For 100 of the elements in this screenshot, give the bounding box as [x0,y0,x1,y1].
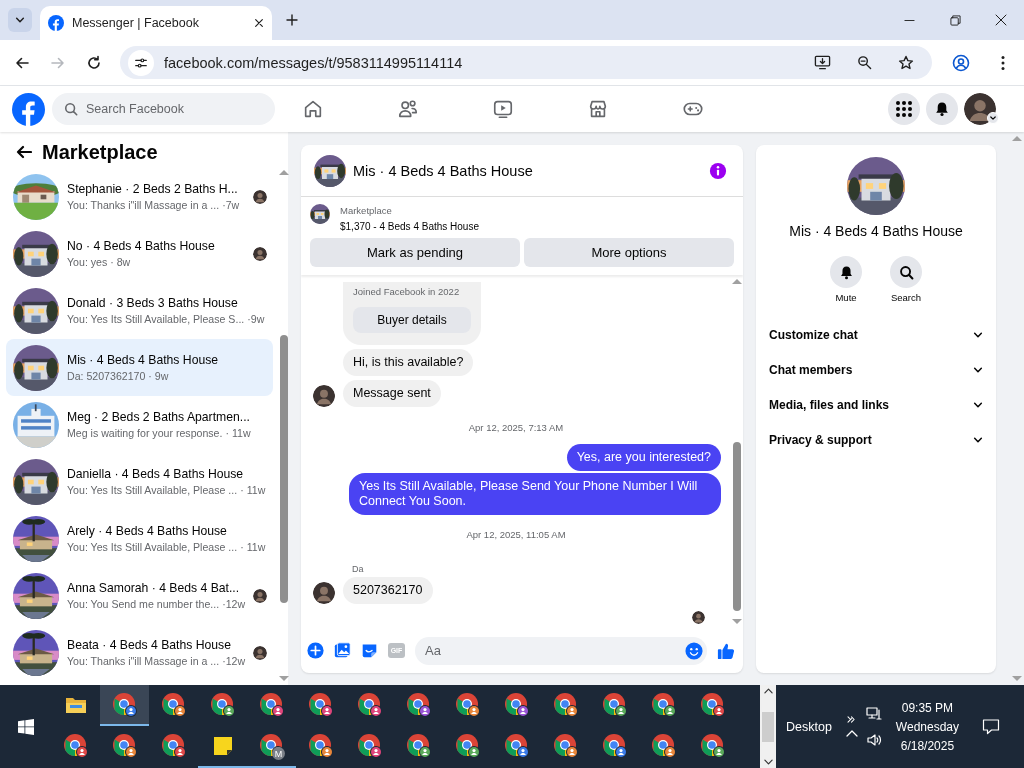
site-info-button[interactable] [128,49,154,76]
message-preview: You: Yes Its Still Available, Please ... [67,484,238,496]
photo-button[interactable] [334,642,351,659]
conversation-item[interactable]: Mis · 4 Beds 4 Baths House Da: 5207362170 · 9w [6,339,274,396]
message-preview: You: Yes Its Still Available, Please ... [67,541,238,553]
message-bubble: Yes, are you interested? [566,444,721,471]
more-icon [1001,54,1005,71]
shop-icon [587,98,609,120]
close-tab-button[interactable] [254,18,264,28]
message-input[interactable]: Aa [415,636,707,665]
buyer-details-button[interactable]: Buyer details [353,307,471,333]
add-button[interactable] [307,642,324,659]
taskbar-button[interactable]: M [247,726,296,768]
tab-list-button[interactable] [8,8,32,32]
browser-icon [552,733,579,759]
browser-icon [160,691,187,718]
zoom-out-icon [856,55,872,70]
badge-label: M [272,747,285,760]
conversation-item[interactable]: Stephanie · 2 Beds 2 Baths H... You: Thanks i"ill Massage in a ... ·7w [6,168,274,225]
message-time: · 11w [240,484,266,496]
browser-icon [356,691,383,718]
photo-icon [334,642,351,659]
action-label: Search [890,292,922,303]
browser-icon [503,691,530,718]
action-center-button[interactable] [982,717,1000,736]
sidebar-title: Marketplace [42,140,158,164]
conversation-title: Anna Samorah · 4 Beds 4 Bat... [67,581,241,595]
browser-icon [405,733,432,759]
show-desktop-button[interactable]: Desktop [786,719,832,734]
timestamp: Apr 12, 2025, 11:05 AM [466,529,566,540]
message-bubble: Yes Its Still Available, Please Send Your Phone Number I Will Connect You Soon. [349,473,721,515]
taskbar-button[interactable] [100,685,149,726]
search-input[interactable]: Search Facebook [86,102,236,116]
conversation-item[interactable]: Arely · 4 Beds 4 Baths House You: Yes Its Still Available, Please ... · 11w [6,510,274,567]
message-time: ·12w [222,598,246,610]
card-text: Joined Facebook in 2022 [353,286,461,297]
conversation-title: Meg · 2 Beds 2 Baths Apartmen... [67,410,251,424]
back-button[interactable] [16,144,32,160]
address-bar[interactable]: facebook.com/messages/t/9583114995114114 [120,46,932,79]
conversation-item[interactable]: Anna Samorah · 4 Beds 4 Bat... You: You Send me number the... ·12w [6,567,274,624]
browser-icon [454,733,481,759]
browser-tab[interactable]: Messenger | Facebook [40,6,272,40]
section-toggle[interactable]: Privacy & support [756,422,996,457]
conversation-title: Daniella · 4 Beds 4 Baths House [67,467,245,481]
arrow-down-icon[interactable] [763,759,773,765]
restore-icon [949,14,961,26]
date-text: 6/18/2025 [900,738,955,753]
conversation-item[interactable]: Daniella · 4 Beds 4 Baths House You: Yes Its Still Available, Please ... · 11w [6,453,274,510]
caret-icon[interactable] [987,112,999,124]
arrow-up-icon[interactable] [763,688,773,694]
home-icon [302,98,324,120]
sticker-button[interactable] [361,642,378,659]
person-icon [952,53,970,72]
close-icon [254,18,264,28]
url-text: facebook.com/messages/t/9583114995114114 [164,54,464,71]
double-chevron-icon[interactable] [847,716,857,723]
emoji-icon[interactable] [685,641,703,660]
message-preview: Meg is waiting for your response. [67,427,223,439]
star-icon [898,54,914,71]
browser-icon [258,691,285,718]
message-preview: You: You Send me number the... [67,598,220,610]
message-preview: Da: 5207362170 [67,370,146,382]
conversation-title: Donald · 3 Beds 3 Baths House [67,296,239,310]
message-bubble: Message sent [343,380,441,407]
action-button[interactable]: Mark as pending [310,238,520,267]
browser-icon [209,691,236,718]
search-icon [64,102,78,116]
conversation-item[interactable]: Beata · 4 Beds 4 Baths House You: Thanks i"ill Massage in a ... ·12w [6,624,274,681]
conversation-item[interactable]: Meg · 2 Beds 2 Baths Apartmen... Meg is waiting for your response. · 11w [6,396,274,453]
sticker-icon [361,642,378,659]
browser-icon [356,733,383,759]
section-toggle[interactable]: Chat members [756,352,996,387]
message-time: · 8w [110,256,131,268]
timestamp: Apr 12, 2025, 7:13 AM [468,422,564,433]
search-button[interactable] [890,256,922,288]
conversation-item[interactable]: Donald · 3 Beds 3 Baths House You: Yes Its Still Available, Please S... ·9w [6,282,274,339]
menu-grid-button[interactable] [888,93,920,125]
plus-icon [286,14,298,26]
notifications-button[interactable] [926,93,958,125]
plus-icon [307,642,324,659]
show-hidden-icons-icon[interactable] [845,729,858,737]
facebook-logo-icon[interactable] [12,92,45,126]
clock[interactable]: 09:35 PM Wednesday 6/18/2025 [895,700,959,753]
message-time: · 9w [148,370,169,382]
action-button[interactable]: More options [524,238,734,267]
info-button[interactable] [709,161,727,180]
search-field[interactable]: Search Facebook [52,93,275,125]
conversation-item[interactable]: No · 4 Beds 4 Baths House You: yes · 8w [6,225,274,282]
like-button[interactable] [717,641,735,660]
message-preview: You: Yes Its Still Available, Please S... [67,313,245,325]
browser-icon [503,733,530,759]
message-preview: You: Thanks i"ill Massage in a ... [67,655,220,667]
chevron-down-icon [15,15,25,25]
section-toggle[interactable]: Media, files and links [756,387,996,422]
browser-icon [307,691,334,718]
mute-button[interactable] [830,256,862,288]
message-text-input[interactable]: Aa [425,643,685,658]
section-toggle[interactable]: Customize chat [756,317,996,352]
network-icon[interactable] [865,705,882,722]
scrollbar[interactable] [760,685,776,768]
